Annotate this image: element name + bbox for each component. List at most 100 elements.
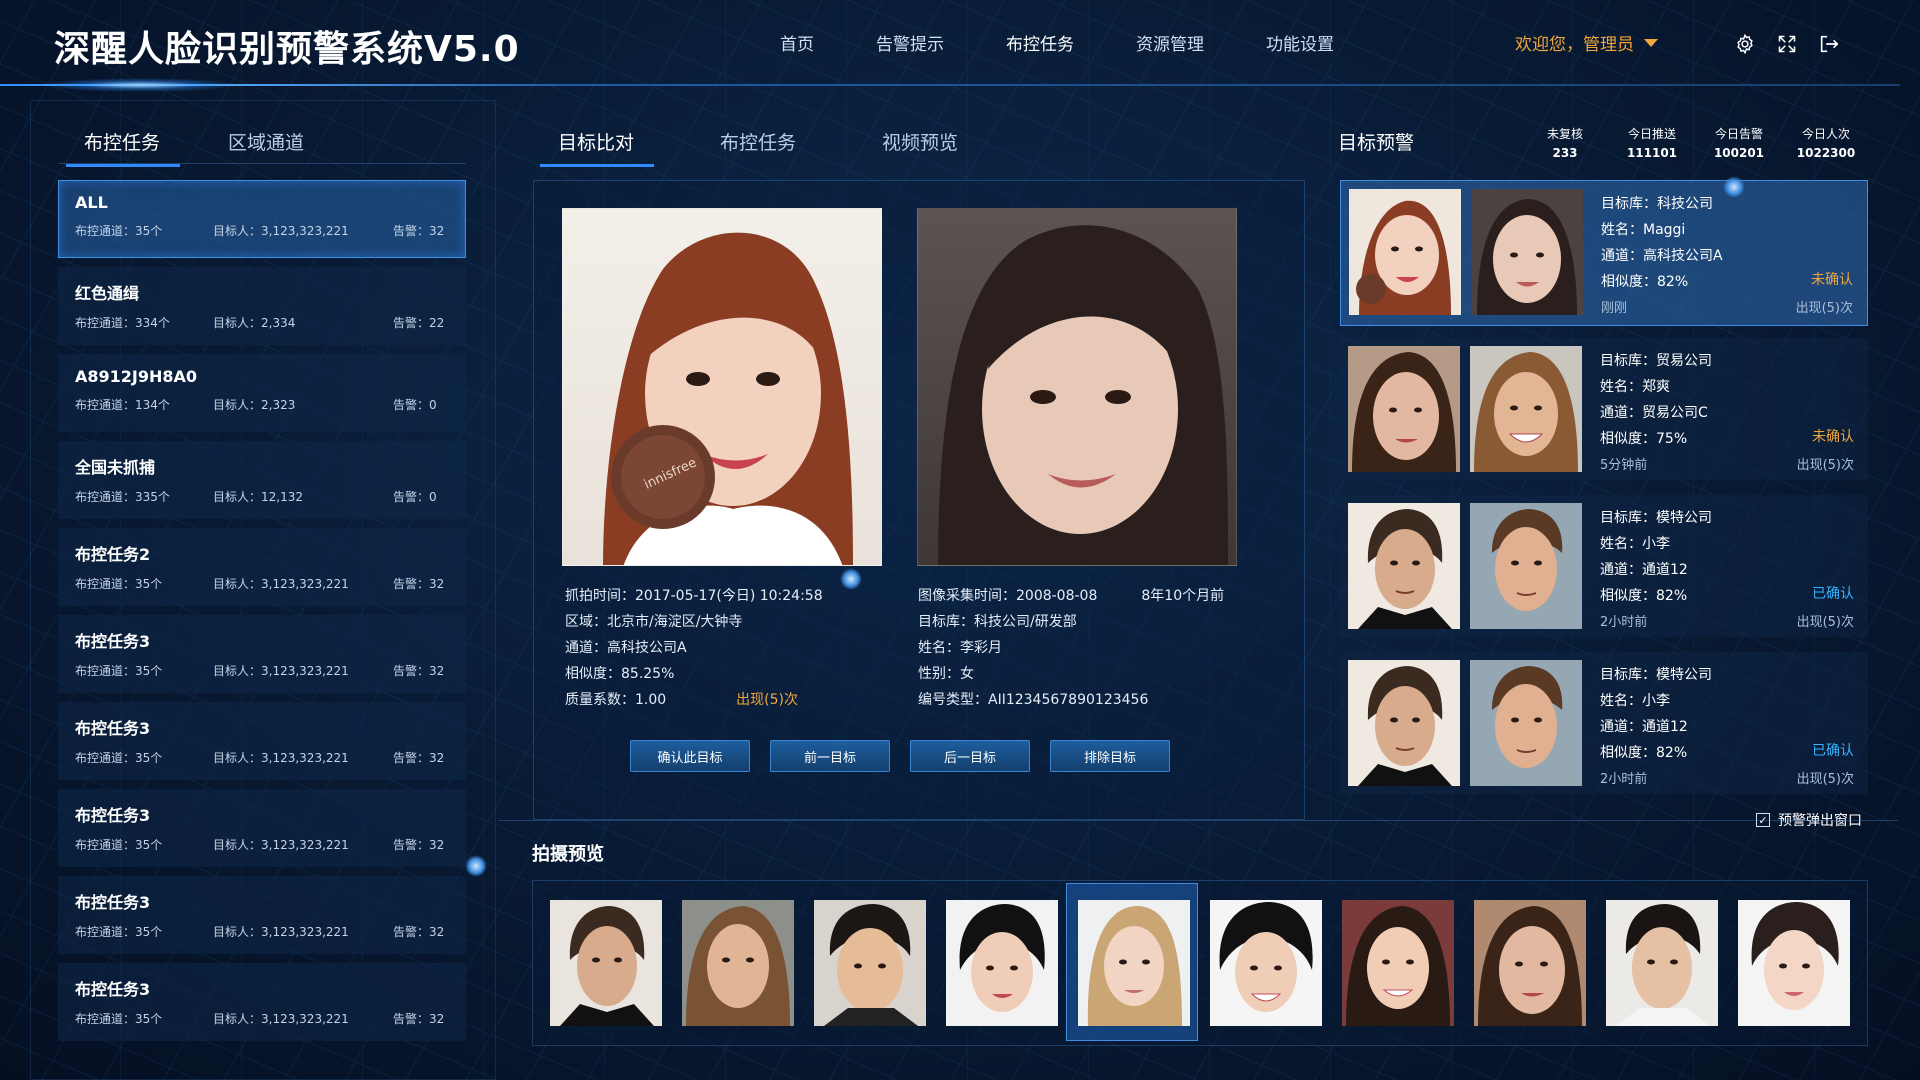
alert-info: 目标库：模特公司 姓名：小李 通道：通道12 相似度：82% [1600, 662, 1712, 766]
alert-count: 出现(5)次 [1796, 615, 1854, 630]
task-item[interactable]: 布控任务2 布控通道：35个 目标人：3,123,323,221 告警：32 [58, 528, 466, 606]
logout-icon[interactable] [1817, 32, 1841, 56]
gear-icon[interactable] [1733, 32, 1757, 56]
target-ago: 8年10个月前 [1141, 588, 1225, 604]
next-target-button[interactable]: 后一目标 [910, 740, 1030, 772]
alert-capture-thumb [1348, 503, 1460, 629]
alert-library: 目标库：贸易公司 [1600, 353, 1712, 369]
alert-info: 目标库：科技公司 姓名：Maggi 通道：高科技公司A 相似度：82% [1601, 191, 1723, 295]
task-targets: 目标人：3,123,323,221 [213, 925, 349, 939]
stat-value: 111101 [1626, 146, 1678, 160]
user-menu[interactable]: 欢迎您，管理员 [1515, 30, 1658, 55]
task-name: 布控任务3 [75, 632, 151, 651]
tab-center-tasks[interactable]: 布控任务 [720, 128, 796, 167]
alerts-title: 目标预警 [1338, 132, 1415, 154]
task-item[interactable]: 布控任务3 布控通道：35个 目标人：3,123,323,221 告警：32 [58, 702, 466, 780]
alert-similarity: 相似度：75% [1600, 431, 1688, 447]
preview-thumb[interactable] [1342, 900, 1454, 1026]
task-alerts: 告警：0 [393, 490, 437, 504]
alert-item[interactable]: 目标库：模特公司 姓名：小李 通道：通道12 相似度：82% 已确认 2小时前 … [1340, 495, 1868, 637]
task-targets: 目标人：3,123,323,221 [213, 577, 349, 591]
task-item[interactable]: 布控任务3 布控通道：35个 目标人：3,123,323,221 告警：32 [58, 615, 466, 693]
preview-thumb[interactable] [1078, 900, 1190, 1026]
task-name: 布控任务3 [75, 719, 151, 738]
preview-thumb[interactable] [1210, 900, 1322, 1026]
task-name: 布控任务2 [75, 545, 151, 564]
task-item[interactable]: 布控任务3 布控通道：35个 目标人：3,123,323,221 告警：32 [58, 789, 466, 867]
preview-strip [532, 883, 1868, 1043]
header: 深醒人脸识别预警系统V5.0 首页 告警提示 布控任务 资源管理 功能设置 欢迎… [0, 0, 1920, 92]
task-item[interactable]: ALL 布控通道：35个 目标人：3,123,323,221 告警：32 [58, 180, 466, 258]
alert-time: 5分钟前 [1600, 458, 1648, 473]
stat-label: 今日推送 [1627, 127, 1676, 141]
tab-tasks[interactable]: 布控任务 [65, 128, 181, 167]
preview-divider [498, 820, 1898, 821]
left-tabs: 布控任务 区域通道 [65, 128, 304, 167]
task-channels: 布控通道：35个 [75, 224, 163, 238]
task-targets: 目标人：3,123,323,221 [213, 838, 349, 852]
glow-dot [465, 855, 487, 877]
task-channels: 布控通道：35个 [75, 751, 163, 765]
exclude-target-button[interactable]: 排除目标 [1050, 740, 1170, 772]
capture-similarity: 相似度：85.25% [565, 666, 675, 682]
alert-item[interactable]: 目标库：模特公司 姓名：小李 通道：通道12 相似度：82% 已确认 2小时前 … [1340, 652, 1868, 794]
alert-channel: 通道：贸易公司C [1600, 405, 1708, 421]
stat-unreviewed: 未复核 233 [1530, 125, 1600, 160]
task-channels: 布控通道：35个 [75, 664, 163, 678]
preview-thumb[interactable] [550, 900, 662, 1026]
task-alerts: 告警：32 [393, 664, 445, 678]
tab-regions[interactable]: 区域通道 [228, 128, 304, 167]
capture-area: 区域：北京市/海淀区/大钟寺 [565, 614, 743, 630]
alert-status[interactable]: 未确认 [1812, 426, 1854, 446]
alert-count: 出现(5)次 [1796, 458, 1854, 473]
preview-thumb[interactable] [1474, 900, 1586, 1026]
nav-home[interactable]: 首页 [780, 30, 814, 55]
target-info: 图像采集时间：2008-08-08 8年10个月前 目标库：科技公司/研发部 姓名… [918, 583, 1224, 713]
task-item[interactable]: 全国未抓捕 布控通道：335个 目标人：12,132 告警：0 [58, 441, 466, 519]
confirm-target-button[interactable]: 确认此目标 [630, 740, 750, 772]
alert-status[interactable]: 已确认 [1812, 740, 1854, 760]
preview-thumb[interactable] [814, 900, 926, 1026]
task-item[interactable]: 红色通缉 布控通道：334个 目标人：2,334 告警：22 [58, 267, 466, 345]
tab-compare[interactable]: 目标比对 [539, 128, 655, 167]
alert-target-thumb [1471, 189, 1583, 315]
stat-value: 1022300 [1796, 146, 1856, 160]
stat-visits: 今日人次 1022300 [1791, 125, 1861, 160]
nav-alerts[interactable]: 告警提示 [876, 30, 944, 55]
task-item[interactable]: 布控任务3 布控通道：35个 目标人：3,123,323,221 告警：32 [58, 876, 466, 954]
task-targets: 目标人：12,132 [213, 490, 303, 504]
nav-tasks[interactable]: 布控任务 [1006, 30, 1074, 55]
target-library: 目标库：科技公司/研发部 [918, 614, 1077, 630]
capture-appear-link[interactable]: 出现(5)次 [736, 692, 798, 708]
task-targets: 目标人：3,123,323,221 [213, 1012, 349, 1026]
task-channels: 布控通道：35个 [75, 925, 163, 939]
task-item[interactable]: 布控任务3 布控通道：35个 目标人：3,123,323,221 告警：32 [58, 963, 466, 1041]
alert-similarity: 相似度：82% [1600, 588, 1688, 604]
capture-channel: 通道：高科技公司A [565, 640, 687, 656]
prev-target-button[interactable]: 前一目标 [770, 740, 890, 772]
stat-label: 未复核 [1546, 127, 1583, 141]
task-targets: 目标人：3,123,323,221 [213, 664, 349, 678]
alert-status[interactable]: 未确认 [1811, 269, 1853, 289]
tab-video[interactable]: 视频预览 [882, 128, 958, 167]
target-collect-time: 图像采集时间：2008-08-08 [918, 588, 1098, 604]
target-id-type: 编号类型：AII1234567890123456 [918, 692, 1149, 708]
nav-resources[interactable]: 资源管理 [1136, 30, 1204, 55]
fullscreen-icon[interactable] [1775, 32, 1799, 56]
preview-thumb[interactable] [1738, 900, 1850, 1026]
preview-thumb[interactable] [1606, 900, 1718, 1026]
task-alerts: 告警：32 [393, 925, 445, 939]
task-channels: 布控通道：335个 [75, 490, 170, 504]
stat-value: 233 [1552, 146, 1578, 160]
task-item[interactable]: A8912J9H8A0 布控通道：134个 目标人：2,323 告警：0 [58, 354, 466, 432]
app-title: 深醒人脸识别预警系统V5.0 [54, 29, 520, 70]
alert-item[interactable]: 目标库：科技公司 姓名：Maggi 通道：高科技公司A 相似度：82% 未确认 … [1340, 180, 1868, 326]
alert-status[interactable]: 已确认 [1812, 583, 1854, 603]
nav-settings[interactable]: 功能设置 [1266, 30, 1334, 55]
preview-thumb[interactable] [682, 900, 794, 1026]
alert-item[interactable]: 目标库：贸易公司 姓名：郑爽 通道：贸易公司C 相似度：75% 未确认 5分钟前… [1340, 338, 1868, 480]
preview-thumb[interactable] [946, 900, 1058, 1026]
task-alerts: 告警：22 [393, 316, 445, 330]
alert-name: 姓名：Maggi [1601, 222, 1686, 238]
task-targets: 目标人：2,323 [213, 398, 296, 412]
